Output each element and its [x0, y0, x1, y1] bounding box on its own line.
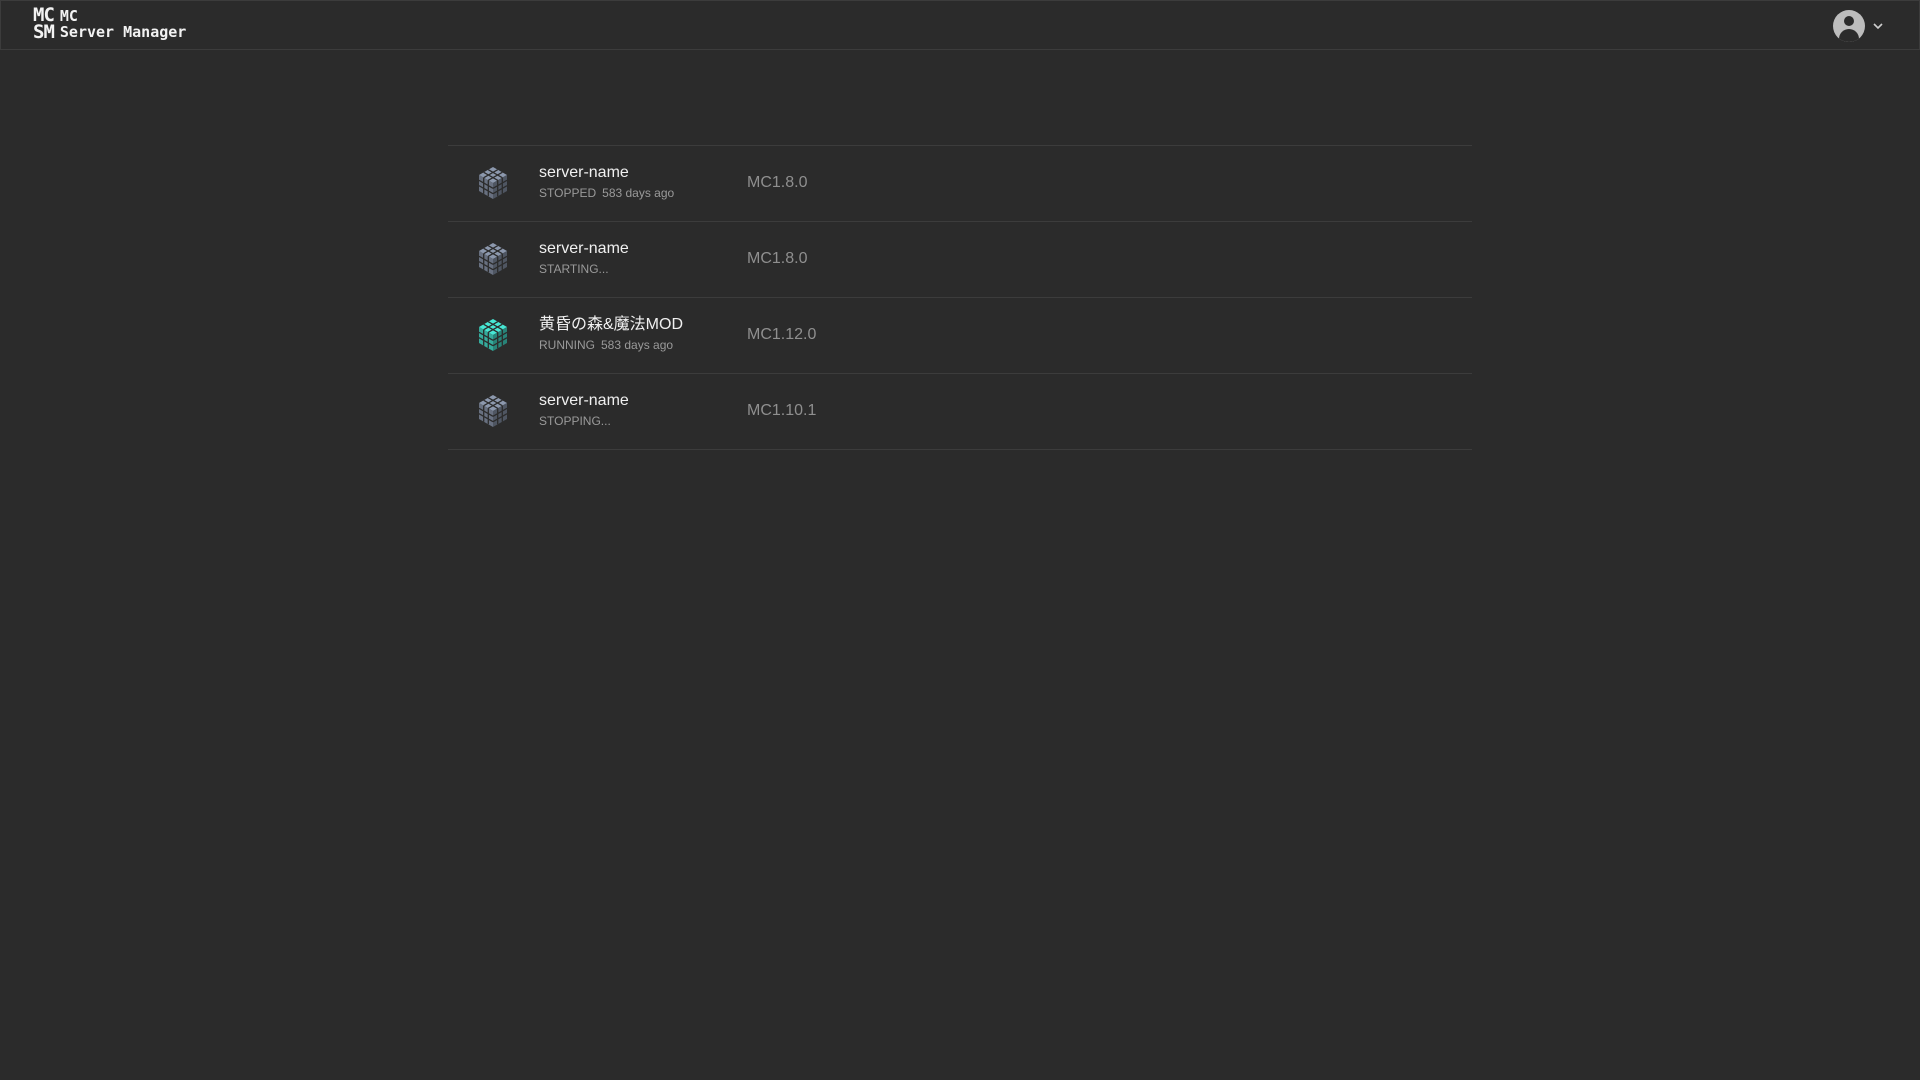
- server-uptime: 583 days ago: [602, 186, 675, 200]
- server-version: MC1.8.0: [747, 174, 808, 191]
- server-version: MC1.10.1: [747, 402, 817, 419]
- server-status: STOPPING...: [539, 414, 611, 428]
- server-uptime: 583 days ago: [601, 338, 674, 352]
- server-cube-icon: [478, 243, 508, 275]
- server-status: STARTING...: [539, 262, 609, 276]
- server-status: RUNNING: [539, 338, 595, 352]
- app-logo[interactable]: MC SM MC Server Manager: [33, 4, 187, 43]
- server-cube-icon: [478, 319, 508, 351]
- server-version: MC1.8.0: [747, 250, 808, 267]
- top-bar: MC SM MC Server Manager: [0, 0, 1920, 50]
- server-cube-icon: [478, 167, 508, 199]
- user-avatar-icon: [1833, 10, 1865, 42]
- server-row[interactable]: server-name STOPPED 583 days ago MC1.8.0: [448, 146, 1472, 222]
- server-row[interactable]: 黄昏の森&魔法MOD RUNNING 583 days ago MC1.12.0: [448, 298, 1472, 374]
- chevron-down-icon: [1873, 23, 1883, 30]
- server-version: MC1.12.0: [747, 326, 817, 343]
- logo-mark: MC SM: [33, 4, 55, 43]
- server-list: server-name STOPPED 583 days ago MC1.8.0: [448, 145, 1472, 450]
- server-name: server-name: [539, 392, 629, 409]
- server-row[interactable]: server-name STOPPING... MC1.10.1: [448, 374, 1472, 450]
- server-name: server-name: [539, 164, 629, 181]
- server-name: 黄昏の森&魔法MOD: [539, 316, 684, 333]
- server-cube-icon: [478, 395, 508, 427]
- logo-text: MC Server Manager: [59, 7, 187, 41]
- account-menu-button[interactable]: [1833, 10, 1885, 42]
- server-name: server-name: [539, 240, 629, 257]
- server-row[interactable]: server-name STARTING... MC1.8.0: [448, 222, 1472, 298]
- server-status: STOPPED: [539, 186, 597, 200]
